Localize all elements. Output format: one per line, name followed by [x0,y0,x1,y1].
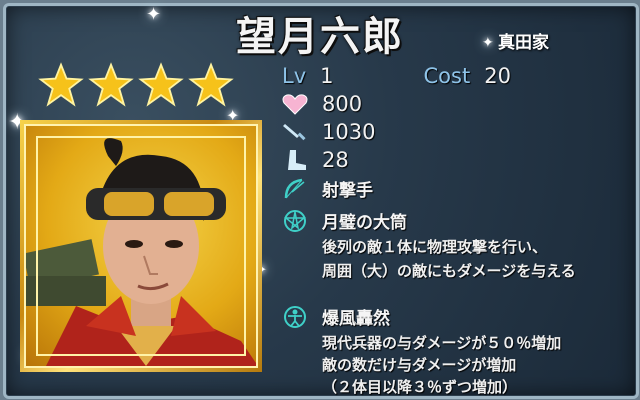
clan-name: 真田家 [498,33,549,53]
bow-icon [284,178,305,198]
ability-name: 爆風轟然 [322,309,390,329]
ability-desc-line-1: 現代兵器の与ダメージが５０％増加 [322,334,562,352]
star-icon [38,62,84,107]
hp-row: 800 [282,92,362,116]
portrait-frame[interactable] [20,120,262,372]
class-value: 射撃手 [322,181,373,201]
hp-value: 800 [322,92,363,116]
level-value: 1 [320,64,334,88]
skill-row: 月璧の大筒 [282,208,407,233]
level-label: Lv [282,64,307,88]
star-icon [188,62,234,107]
ability-row: 爆風轟然 [282,304,390,329]
sparkle-icon: ✦ [146,4,162,25]
unit-portrait [24,124,258,368]
attack-value: 1030 [322,120,376,144]
cost-label: Cost [423,64,471,88]
skill-name: 月璧の大筒 [322,213,407,233]
speed-value: 28 [322,148,349,172]
pentagram-icon [283,209,307,232]
person-rune-icon [284,305,306,328]
ability-desc-line-2: 敵の数だけ与ダメージが増加 [322,356,517,374]
sparkle-icon: ✦ [482,35,494,51]
skill-desc-line-2: 周囲（大）の敵にもダメージを与える [322,262,576,280]
attack-row: 1030 [282,120,375,144]
portrait-inner-border [36,136,246,356]
rarity-stars [38,62,234,108]
sword-icon [283,124,306,141]
boot-icon [288,150,306,170]
heart-icon [282,94,308,115]
cost-value: 20 [484,64,511,88]
ability-desc-line-3: （２体目以降３％ずつ増加） [322,378,518,396]
level-cost-row: Lv 1 Cost 20 [282,64,511,88]
speed-row: 28 [282,148,349,172]
class-row: 射撃手 [282,176,373,201]
star-icon [88,62,134,107]
skill-desc-line-1: 後列の敵１体に物理攻撃を行い、 [322,238,548,256]
star-icon [138,62,184,107]
